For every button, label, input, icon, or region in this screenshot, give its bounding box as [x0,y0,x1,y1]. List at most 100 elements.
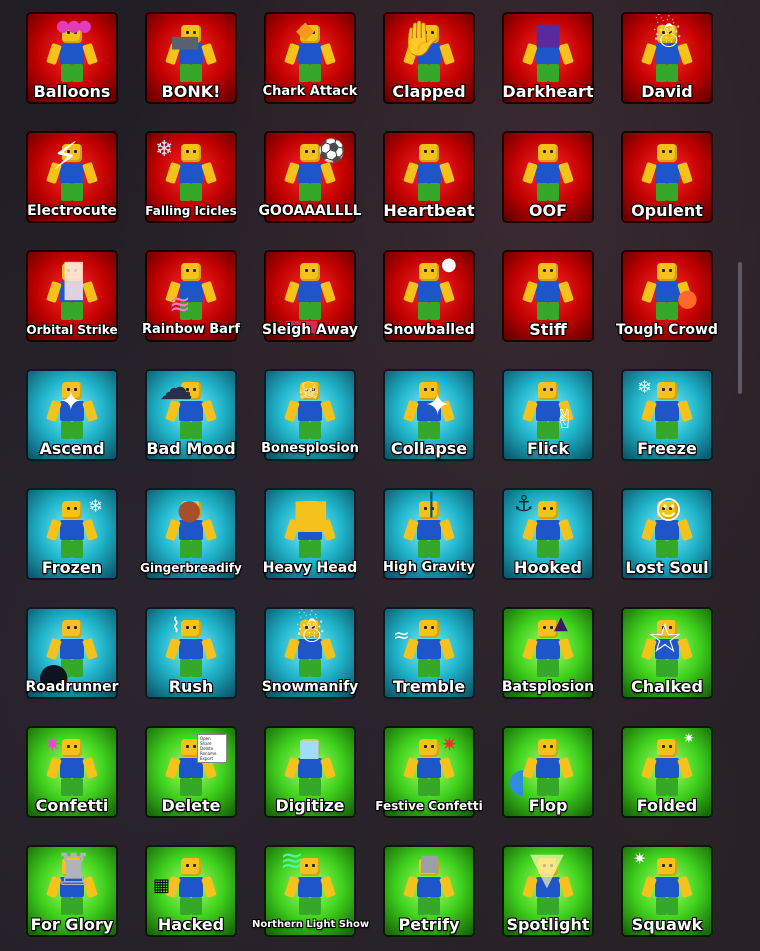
emote-label: Rainbow Barf [141,322,240,337]
emote-tile[interactable]: ▲ Batsplosion [502,607,594,699]
emote-tile[interactable]: Open Share Delete Rename Export Delete [145,726,237,818]
emote-label: GOOAAALLLL [258,203,362,219]
avatar-figure [284,858,336,916]
emote-tile[interactable]: ● Tough Crowd [616,250,718,342]
emote-tile[interactable]: ≋ Northern Light Show [252,845,369,937]
emote-label: Digitize [275,796,345,815]
scrollbar[interactable] [738,262,742,394]
emote-tile[interactable]: ☺ Lost Soul [621,488,713,580]
emote-tile[interactable]: ■ Digitize [264,726,356,818]
emote-tile[interactable]: Heartbeat [383,131,475,223]
avatar-figure [284,144,336,202]
emote-tile[interactable]: ❄ Falling Icicles [145,131,237,223]
emote-tile[interactable]: ⚡ Electrocute [26,131,118,223]
avatar-figure [165,858,217,916]
emote-tile[interactable]: ■ Darkheart [502,12,594,104]
emote-label: OOF [528,201,568,220]
emote-tile[interactable]: ❄ Freeze [621,369,713,461]
emote-tile[interactable]: ⚓ Hooked [502,488,594,580]
emote-label: Delete [161,796,221,815]
emote-tile[interactable]: ▮ Orbital Strike [26,250,118,342]
avatar-figure [165,382,217,440]
avatar-figure [641,382,693,440]
avatar-figure [165,144,217,202]
emote-label: Bonesplosion [261,441,359,456]
emote-label: Frozen [41,558,103,577]
emote-label: Folded [636,796,698,815]
emote-tile[interactable]: | High Gravity [383,488,475,580]
emote-label: Balloons [33,82,111,101]
avatar-figure [284,620,336,678]
emote-tile[interactable]: ● Roadrunner [25,607,119,699]
emote-tile[interactable]: Opulent [621,131,713,223]
emote-tile[interactable]: ■ Heavy Head [263,488,357,580]
emote-tile[interactable]: ♜ For Glory [26,845,118,937]
emote-tile[interactable]: ✷ Squawk [621,845,713,937]
emote-tile[interactable]: ●●● Balloons [26,12,118,104]
emote-tile[interactable]: ≋ Rainbow Barf [142,250,240,342]
emote-label: Roadrunner [25,679,119,695]
emote-tile[interactable]: OOF [502,131,594,223]
emote-grid: ●●● Balloons ▬ BONK! ◆ Chark Attack ✋ Clapped ■ D… [25,12,726,937]
emote-tile[interactable]: ✋ Clapped [383,12,475,104]
avatar-figure [522,382,574,440]
avatar-figure [641,739,693,797]
avatar-figure [46,144,98,202]
emote-tile[interactable]: ☆ Chalked [621,607,713,699]
avatar-figure [641,25,693,83]
emote-tile[interactable]: Stiff [502,250,594,342]
emote-label: Falling Icicles [145,204,237,218]
emote-tile[interactable]: ◆ Chark Attack [263,12,357,104]
avatar-figure [403,739,455,797]
avatar-figure [403,144,455,202]
emote-label: Heartbeat [383,201,475,220]
emote-tile[interactable]: ☁ Bad Mood [145,369,237,461]
avatar-figure [165,620,217,678]
avatar-figure [403,620,455,678]
emote-tile[interactable]: ✦ Ascend [26,369,118,461]
emote-label: Hooked [514,558,582,577]
avatar-figure [403,501,455,559]
emote-label: Ascend [39,439,105,458]
emote-tile[interactable]: ☃ Snowmanify [262,607,358,699]
emote-tile[interactable]: ✷ Confetti [26,726,118,818]
emote-tile[interactable]: ≈ Tremble [383,607,475,699]
emote-label: Freeze [637,439,697,458]
emote-tile[interactable]: ⌇ Rush [145,607,237,699]
emote-tile[interactable]: ✦ Collapse [383,369,475,461]
avatar-figure [403,382,455,440]
avatar-figure [403,263,455,321]
emote-tile[interactable]: ❄ Frozen [26,488,118,580]
emote-label: Collapse [390,439,468,458]
emote-tile[interactable]: ✌ Flick [502,369,594,461]
emote-label: BONK! [161,82,221,101]
emote-tile[interactable]: ▬ BONK! [145,12,237,104]
emote-label: Petrify [398,915,460,934]
avatar-figure [522,501,574,559]
emote-label: Lost Soul [625,558,709,577]
emote-tile[interactable]: ◖ Flop [502,726,594,818]
emote-tile[interactable]: ☃ David [621,12,713,104]
emote-tile[interactable]: ⚽ GOOAAALLLL [258,131,362,223]
avatar-figure [46,382,98,440]
avatar-figure [641,263,693,321]
emote-label: Snowmanify [261,679,359,695]
emote-tile[interactable]: ● Gingerbreadify [140,488,242,580]
avatar-figure [46,620,98,678]
emote-label: Squawk [631,915,703,934]
emote-tile[interactable]: ■ Petrify [383,845,475,937]
emote-label: Tremble [392,677,466,696]
emote-tile[interactable]: ● Snowballed [383,250,475,342]
emote-label: For Glory [30,915,114,934]
emote-tile[interactable]: ✷ Folded [621,726,713,818]
emote-tile[interactable]: ☠ Bonesplosion [261,369,359,461]
emote-tile[interactable]: ▦ Hacked [145,845,237,937]
emote-tile[interactable]: ▼ Spotlight [502,845,594,937]
emote-tile[interactable]: ✷ Festive Confetti [375,726,483,818]
emote-label: Sleigh Away [262,322,358,338]
avatar-figure [522,858,574,916]
emote-tile[interactable]: ▂ Sleigh Away [262,250,358,342]
emote-label: Darkheart [502,82,594,101]
avatar-figure [641,858,693,916]
emote-label: Stiff [529,320,567,339]
